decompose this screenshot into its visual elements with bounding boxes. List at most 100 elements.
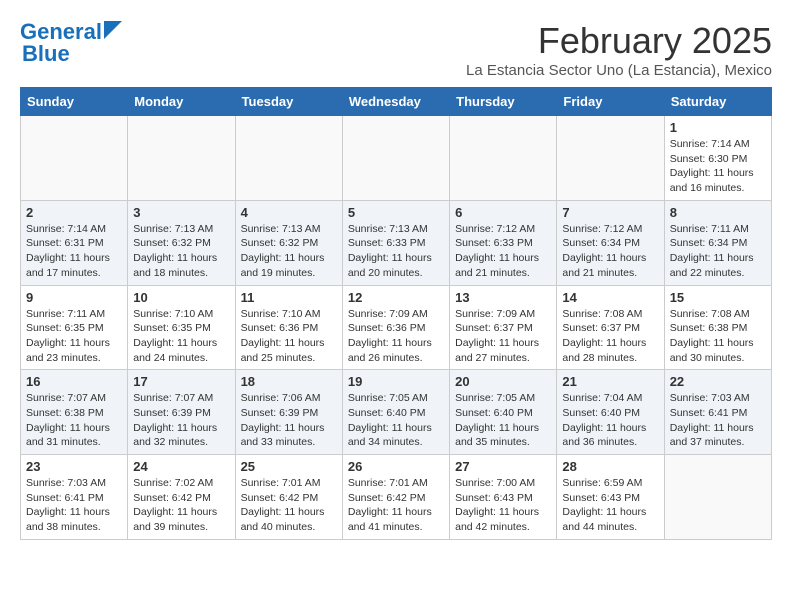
table-row: 6 Sunrise: 7:12 AM Sunset: 6:33 PM Daylig… bbox=[450, 200, 557, 285]
table-row: 23Sunrise: 7:03 AM Sunset: 6:41 PM Dayli… bbox=[21, 455, 128, 540]
day-number: 10 bbox=[133, 290, 229, 305]
calendar: Sunday Monday Tuesday Wednesday Thursday… bbox=[20, 87, 772, 540]
table-row: 3Sunrise: 7:13 AM Sunset: 6:32 PM Daylig… bbox=[128, 200, 235, 285]
day-info: Sunrise: 7:13 AM Sunset: 6:33 PM Dayligh… bbox=[348, 222, 444, 281]
day-number: 27 bbox=[455, 459, 551, 474]
day-info: Sunrise: 7:13 AM Sunset: 6:32 PM Dayligh… bbox=[133, 222, 229, 281]
day-info: Sunrise: 7:01 AM Sunset: 6:42 PM Dayligh… bbox=[348, 476, 444, 535]
day-number: 5 bbox=[348, 205, 444, 220]
day-info: Sunrise: 7:10 AM Sunset: 6:35 PM Dayligh… bbox=[133, 307, 229, 366]
day-number: 1 bbox=[670, 120, 766, 135]
day-number: 19 bbox=[348, 374, 444, 389]
table-row: 5 Sunrise: 7:13 AM Sunset: 6:33 PM Daylig… bbox=[342, 200, 449, 285]
day-number: 13 bbox=[455, 290, 551, 305]
day-info: Sunrise: 7:09 AM Sunset: 6:36 PM Dayligh… bbox=[348, 307, 444, 366]
day-info: Sunrise: 7:05 AM Sunset: 6:40 PM Dayligh… bbox=[455, 391, 551, 450]
day-number: 24 bbox=[133, 459, 229, 474]
day-number: 2 bbox=[26, 205, 122, 220]
day-number: 21 bbox=[562, 374, 658, 389]
table-row: 21 Sunrise: 7:04 AM Sunset: 6:40 PM Dayli… bbox=[557, 370, 664, 455]
table-row: 27Sunrise: 7:00 AM Sunset: 6:43 PM Dayli… bbox=[450, 455, 557, 540]
day-number: 9 bbox=[26, 290, 122, 305]
logo-blue-text: Blue bbox=[22, 42, 70, 66]
table-row: 2 Sunrise: 7:14 AM Sunset: 6:31 PM Daylig… bbox=[21, 200, 128, 285]
table-row: 28 Sunrise: 6:59 AM Sunset: 6:43 PM Dayli… bbox=[557, 455, 664, 540]
table-row: 7 Sunrise: 7:12 AM Sunset: 6:34 PM Daylig… bbox=[557, 200, 664, 285]
header-sunday: Sunday bbox=[21, 88, 128, 116]
table-row: 22Sunrise: 7:03 AM Sunset: 6:41 PM Dayli… bbox=[664, 370, 771, 455]
day-info: Sunrise: 7:05 AM Sunset: 6:40 PM Dayligh… bbox=[348, 391, 444, 450]
calendar-week-row: 1 Sunrise: 7:14 AM Sunset: 6:30 PM Daylig… bbox=[21, 116, 772, 201]
day-number: 23 bbox=[26, 459, 122, 474]
day-number: 7 bbox=[562, 205, 658, 220]
table-row: 17 Sunrise: 7:07 AM Sunset: 6:39 PM Dayli… bbox=[128, 370, 235, 455]
day-number: 25 bbox=[241, 459, 337, 474]
day-info: Sunrise: 7:10 AM Sunset: 6:36 PM Dayligh… bbox=[241, 307, 337, 366]
table-row: 11 Sunrise: 7:10 AM Sunset: 6:36 PM Dayli… bbox=[235, 285, 342, 370]
table-row bbox=[664, 455, 771, 540]
day-number: 6 bbox=[455, 205, 551, 220]
day-info: Sunrise: 7:09 AM Sunset: 6:37 PM Dayligh… bbox=[455, 307, 551, 366]
calendar-week-row: 2 Sunrise: 7:14 AM Sunset: 6:31 PM Daylig… bbox=[21, 200, 772, 285]
day-info: Sunrise: 7:14 AM Sunset: 6:31 PM Dayligh… bbox=[26, 222, 122, 281]
table-row: 9 Sunrise: 7:11 AM Sunset: 6:35 PM Daylig… bbox=[21, 285, 128, 370]
day-info: Sunrise: 6:59 AM Sunset: 6:43 PM Dayligh… bbox=[562, 476, 658, 535]
day-number: 20 bbox=[455, 374, 551, 389]
day-info: Sunrise: 7:08 AM Sunset: 6:38 PM Dayligh… bbox=[670, 307, 766, 366]
logo: General Blue bbox=[20, 20, 122, 66]
table-row bbox=[128, 116, 235, 201]
day-info: Sunrise: 7:11 AM Sunset: 6:34 PM Dayligh… bbox=[670, 222, 766, 281]
table-row: 19 Sunrise: 7:05 AM Sunset: 6:40 PM Dayli… bbox=[342, 370, 449, 455]
table-row: 15 Sunrise: 7:08 AM Sunset: 6:38 PM Dayli… bbox=[664, 285, 771, 370]
day-number: 12 bbox=[348, 290, 444, 305]
table-row: 8 Sunrise: 7:11 AM Sunset: 6:34 PM Daylig… bbox=[664, 200, 771, 285]
day-info: Sunrise: 7:12 AM Sunset: 6:33 PM Dayligh… bbox=[455, 222, 551, 281]
table-row: 16 Sunrise: 7:07 AM Sunset: 6:38 PM Dayli… bbox=[21, 370, 128, 455]
table-row: 1 Sunrise: 7:14 AM Sunset: 6:30 PM Daylig… bbox=[664, 116, 771, 201]
day-number: 11 bbox=[241, 290, 337, 305]
day-info: Sunrise: 7:08 AM Sunset: 6:37 PM Dayligh… bbox=[562, 307, 658, 366]
table-row bbox=[21, 116, 128, 201]
header-tuesday: Tuesday bbox=[235, 88, 342, 116]
day-info: Sunrise: 7:12 AM Sunset: 6:34 PM Dayligh… bbox=[562, 222, 658, 281]
day-info: Sunrise: 7:13 AM Sunset: 6:32 PM Dayligh… bbox=[241, 222, 337, 281]
header-monday: Monday bbox=[128, 88, 235, 116]
day-number: 18 bbox=[241, 374, 337, 389]
header: General Blue February 2025 La Estancia S… bbox=[20, 20, 772, 79]
table-row bbox=[557, 116, 664, 201]
table-row: 24 Sunrise: 7:02 AM Sunset: 6:42 PM Dayli… bbox=[128, 455, 235, 540]
header-wednesday: Wednesday bbox=[342, 88, 449, 116]
day-number: 15 bbox=[670, 290, 766, 305]
header-saturday: Saturday bbox=[664, 88, 771, 116]
day-info: Sunrise: 7:02 AM Sunset: 6:42 PM Dayligh… bbox=[133, 476, 229, 535]
title-area: February 2025 La Estancia Sector Uno (La… bbox=[466, 20, 772, 79]
table-row: 20 Sunrise: 7:05 AM Sunset: 6:40 PM Dayli… bbox=[450, 370, 557, 455]
day-number: 28 bbox=[562, 459, 658, 474]
calendar-header-row: Sunday Monday Tuesday Wednesday Thursday… bbox=[21, 88, 772, 116]
day-number: 26 bbox=[348, 459, 444, 474]
day-info: Sunrise: 7:07 AM Sunset: 6:38 PM Dayligh… bbox=[26, 391, 122, 450]
day-info: Sunrise: 7:11 AM Sunset: 6:35 PM Dayligh… bbox=[26, 307, 122, 366]
table-row: 25 Sunrise: 7:01 AM Sunset: 6:42 PM Dayli… bbox=[235, 455, 342, 540]
table-row: 14 Sunrise: 7:08 AM Sunset: 6:37 PM Dayli… bbox=[557, 285, 664, 370]
table-row: 13 Sunrise: 7:09 AM Sunset: 6:37 PM Dayli… bbox=[450, 285, 557, 370]
day-number: 22 bbox=[670, 374, 766, 389]
day-number: 8 bbox=[670, 205, 766, 220]
location-title: La Estancia Sector Uno (La Estancia), Me… bbox=[466, 62, 772, 79]
month-title: February 2025 bbox=[466, 20, 772, 62]
day-info: Sunrise: 7:04 AM Sunset: 6:40 PM Dayligh… bbox=[562, 391, 658, 450]
day-number: 4 bbox=[241, 205, 337, 220]
day-info: Sunrise: 7:07 AM Sunset: 6:39 PM Dayligh… bbox=[133, 391, 229, 450]
table-row: 18Sunrise: 7:06 AM Sunset: 6:39 PM Dayli… bbox=[235, 370, 342, 455]
day-info: Sunrise: 7:14 AM Sunset: 6:30 PM Dayligh… bbox=[670, 137, 766, 196]
day-number: 16 bbox=[26, 374, 122, 389]
calendar-week-row: 23Sunrise: 7:03 AM Sunset: 6:41 PM Dayli… bbox=[21, 455, 772, 540]
day-number: 14 bbox=[562, 290, 658, 305]
header-friday: Friday bbox=[557, 88, 664, 116]
table-row: 12 Sunrise: 7:09 AM Sunset: 6:36 PM Dayli… bbox=[342, 285, 449, 370]
calendar-week-row: 16 Sunrise: 7:07 AM Sunset: 6:38 PM Dayli… bbox=[21, 370, 772, 455]
day-info: Sunrise: 7:01 AM Sunset: 6:42 PM Dayligh… bbox=[241, 476, 337, 535]
day-number: 17 bbox=[133, 374, 229, 389]
table-row bbox=[450, 116, 557, 201]
calendar-week-row: 9 Sunrise: 7:11 AM Sunset: 6:35 PM Daylig… bbox=[21, 285, 772, 370]
